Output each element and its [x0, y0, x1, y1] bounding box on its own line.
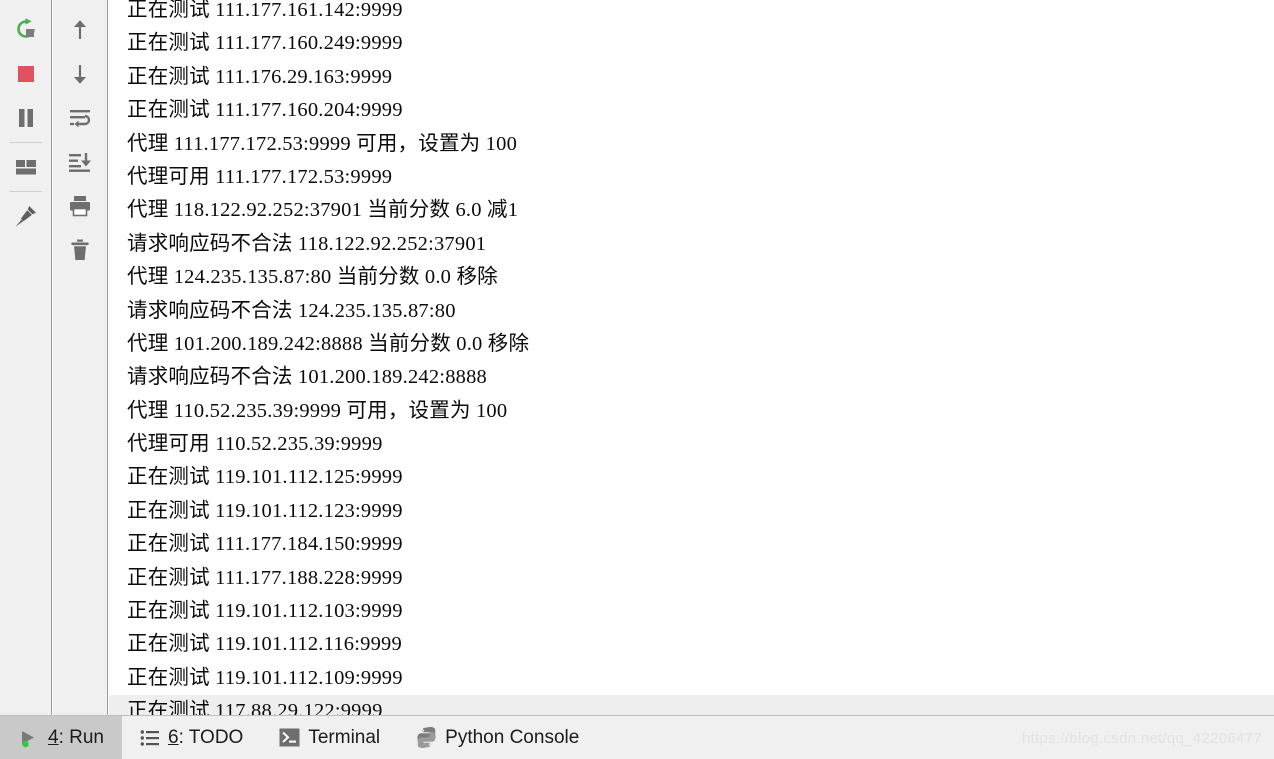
- console-line: 正在测试 117.88.29.122:9999: [109, 695, 1274, 715]
- print-icon: [67, 193, 93, 219]
- scroll-to-end-icon: [67, 149, 93, 175]
- console-line: 代理 124.235.135.87:80 当前分数 0.0 移除: [127, 266, 498, 289]
- arrow-up-icon: [67, 17, 93, 43]
- down-button[interactable]: [53, 52, 107, 96]
- console-line: 正在测试 119.101.112.103:9999: [127, 600, 403, 623]
- watermark-text: https://blog.csdn.net/qq_42206477: [1021, 730, 1262, 747]
- toolbar-divider-2: [9, 191, 42, 192]
- console-line: 正在测试 111.177.161.142:9999: [127, 0, 403, 21]
- run-play-icon: [18, 727, 40, 749]
- console-line: 代理 110.52.235.39:9999 可用，设置为 100: [127, 399, 508, 422]
- clear-button[interactable]: [53, 228, 107, 272]
- tab-terminal-label: Terminal: [308, 727, 380, 749]
- pin-button[interactable]: [0, 194, 51, 238]
- rerun-icon: [13, 17, 39, 43]
- tab-python-console[interactable]: Python Console: [398, 716, 597, 759]
- stop-button[interactable]: [0, 52, 51, 96]
- tab-todo-label: 6: TODO: [168, 727, 243, 749]
- up-button[interactable]: [53, 8, 107, 52]
- print-button[interactable]: [53, 184, 107, 228]
- console-line: 请求响应码不合法 101.200.189.242:8888: [127, 366, 487, 389]
- run-toolbar-secondary: [53, 0, 108, 715]
- softwrap-button[interactable]: [53, 96, 107, 140]
- pin-icon: [13, 203, 39, 229]
- tab-python-console-text: Python Console: [445, 726, 580, 748]
- todo-list-icon: [140, 728, 160, 748]
- console-line: 代理 101.200.189.242:8888 当前分数 0.0 移除: [127, 332, 530, 355]
- tab-python-console-label: Python Console: [445, 727, 579, 749]
- layout-button[interactable]: [0, 145, 51, 189]
- tab-run-label: 4: Run: [48, 727, 104, 749]
- tab-run[interactable]: 4: Run: [0, 716, 122, 759]
- scroll-end-button[interactable]: [53, 140, 107, 184]
- console-output[interactable]: 正在测试 111.177.161.142:9999 正在测试 111.177.16…: [109, 0, 1274, 715]
- console-line: 正在测试 119.101.112.125:9999: [127, 466, 403, 489]
- console-line: 请求响应码不合法 124.235.135.87:80: [127, 299, 456, 322]
- tab-run-text: : Run: [58, 726, 104, 748]
- tab-todo[interactable]: 6: TODO: [122, 716, 261, 759]
- console-line: 代理可用 110.52.235.39:9999: [127, 433, 383, 456]
- tab-todo-mnemonic: 6: [168, 726, 179, 748]
- run-toolbar-primary: [0, 0, 52, 715]
- layout-icon: [13, 154, 39, 180]
- toolbar-divider-1: [9, 142, 42, 143]
- pycharm-run-tool-window: 正在测试 111.177.161.142:9999 正在测试 111.177.16…: [0, 0, 1274, 759]
- console-line: 代理 111.177.172.53:9999 可用，设置为 100: [127, 132, 518, 155]
- tab-todo-text: : TODO: [178, 726, 244, 748]
- console-line: 代理 118.122.92.252:37901 当前分数 6.0 减1: [127, 199, 519, 222]
- pause-icon: [13, 105, 39, 131]
- tab-terminal[interactable]: Terminal: [261, 716, 398, 759]
- python-logo-icon: [416, 727, 437, 748]
- console-line: 请求响应码不合法 118.122.92.252:37901: [127, 232, 487, 255]
- toolbar2-top-spacer: [53, 0, 107, 8]
- console-line: 正在测试 111.177.160.249:9999: [127, 32, 403, 55]
- console-line: 正在测试 119.101.112.116:9999: [127, 633, 402, 656]
- console-line: 正在测试 111.177.184.150:9999: [127, 533, 403, 556]
- trash-icon: [67, 237, 93, 263]
- arrow-down-icon: [67, 61, 93, 87]
- terminal-icon: [279, 728, 300, 747]
- run-panel: 正在测试 111.177.161.142:9999 正在测试 111.177.16…: [0, 0, 1274, 715]
- stop-icon: [13, 61, 39, 87]
- pause-button[interactable]: [0, 96, 51, 140]
- tab-terminal-text: Terminal: [308, 726, 381, 748]
- console-line: 正在测试 111.177.188.228:9999: [127, 566, 403, 589]
- toolbar-top-spacer: [0, 0, 51, 8]
- console-line: 代理可用 111.177.172.53:9999: [127, 165, 393, 188]
- console-line: 正在测试 119.101.112.109:9999: [127, 666, 403, 689]
- rerun-button[interactable]: [0, 8, 51, 52]
- tab-run-mnemonic: 4: [48, 726, 59, 748]
- soft-wrap-icon: [67, 105, 93, 131]
- console-lines: 正在测试 111.177.161.142:9999 正在测试 111.177.16…: [109, 0, 1274, 715]
- console-line: 正在测试 111.177.160.204:9999: [127, 99, 403, 122]
- console-line: 正在测试 111.176.29.163:9999: [127, 65, 393, 88]
- console-line: 正在测试 119.101.112.123:9999: [127, 499, 403, 522]
